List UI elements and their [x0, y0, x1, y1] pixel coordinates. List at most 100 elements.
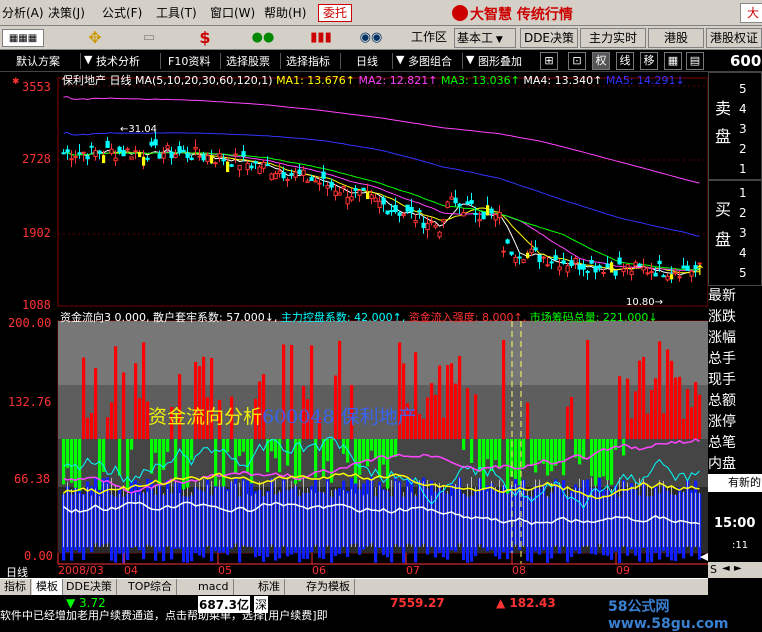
candle-body [305, 180, 310, 183]
tab-macd[interactable]: macd [194, 579, 234, 595]
outflow-bar [582, 439, 586, 460]
tab-top[interactable]: TOP综合 [124, 579, 178, 595]
separator [340, 53, 341, 69]
candle-body [129, 156, 134, 160]
s-button[interactable]: S [710, 563, 717, 576]
buy-level: 1 [739, 186, 747, 200]
tab-standard[interactable]: 标准 [254, 579, 285, 595]
grid-icon[interactable]: ▦ [664, 52, 682, 70]
tab-main-realtime[interactable]: 主力实时 [580, 28, 646, 48]
candle-body-highlight [366, 192, 370, 200]
menu-window[interactable]: 窗口(W) [210, 4, 255, 21]
line-button[interactable]: 线 [616, 52, 634, 70]
ma-line [63, 131, 700, 237]
candle-body [261, 161, 266, 169]
prev-arrow-icon[interactable]: ◄ [722, 563, 730, 574]
tab-dde[interactable]: DDE决策 [520, 28, 578, 48]
sell-level: 4 [739, 102, 747, 116]
inflow-bar [526, 402, 530, 439]
candle-body [433, 224, 438, 228]
chart-area[interactable]: ↑ ✱ 保利地产 日线 MA(5,10,20,30,60,120,1) MA1:… [0, 72, 709, 579]
candle-body [585, 270, 590, 273]
outflow-bar [154, 439, 158, 453]
sell-level: 2 [739, 142, 747, 156]
f10-button[interactable]: F10资料 [168, 53, 210, 69]
candle-body [269, 173, 274, 180]
money-icon[interactable]: $ [192, 29, 218, 47]
candle-body [425, 223, 430, 231]
new-notice-button[interactable]: 有新的 [708, 474, 762, 492]
glasses-icon[interactable]: ●● [250, 29, 276, 47]
site-watermark: 58公式网 www.58gu.com [608, 599, 729, 632]
multi-chart-button[interactable]: 多图组合 [408, 53, 452, 69]
select-indicator-button[interactable]: 选择指标 [286, 53, 330, 69]
candle-body [329, 181, 334, 188]
menu-analysis[interactable]: 分析(A) [2, 4, 44, 21]
outflow-bar [382, 439, 386, 465]
brand-right-button[interactable]: 大 [740, 3, 762, 23]
tab-template[interactable]: 模板 [32, 579, 63, 595]
tab-hk[interactable]: 港股 [648, 28, 704, 48]
menu-decision[interactable]: 决策(J) [48, 4, 85, 21]
candle-body [541, 256, 546, 259]
tab-basic[interactable]: 基本工 ▼ [454, 28, 516, 48]
tab-save-template[interactable]: 存为模板 [302, 579, 355, 595]
tab-indicator[interactable]: 指标 [0, 579, 31, 595]
tech-analysis-button[interactable]: 技术分析 [96, 53, 140, 69]
stock-chart[interactable]: ↑ ✱ [0, 72, 709, 578]
candle-body [533, 247, 538, 251]
menu-help[interactable]: 帮助(H) [264, 4, 306, 21]
index-change-1: ▼ 3.72 [66, 596, 106, 610]
candle-body [625, 264, 630, 269]
candle-body [401, 213, 406, 217]
zoom-icon[interactable]: ⊡ [568, 52, 586, 70]
candle-body [201, 154, 206, 161]
period-daily-button[interactable]: 日线 [356, 53, 378, 69]
menu-tools[interactable]: 工具(T) [156, 4, 197, 21]
settings-icon[interactable]: ✱ [12, 77, 20, 87]
candle-body [61, 152, 66, 155]
candle-body [645, 272, 650, 275]
outflow-bar [610, 439, 614, 485]
ma-line [63, 148, 700, 276]
default-scheme-button[interactable]: 默认方案 [16, 53, 60, 69]
outflow-bar [534, 439, 538, 473]
candle-body [641, 266, 646, 271]
retail-coef: 散户套牢系数: 57.000↓, [153, 311, 278, 324]
ruler-icon[interactable]: ▭ [136, 29, 162, 47]
candle-body [285, 178, 290, 181]
candle-body [229, 164, 234, 167]
bar-chart-icon[interactable]: ▮▮▮ [308, 29, 334, 47]
keyboard-icon[interactable]: ▦▦▦ [2, 29, 44, 47]
x-tick: 07 [406, 564, 420, 577]
inflow-bar [630, 418, 634, 439]
candle-body [105, 140, 110, 148]
candle-body [373, 197, 378, 202]
trade-button[interactable]: 委托 [318, 4, 352, 22]
notes-icon[interactable]: ▤ [686, 52, 704, 70]
move-icon[interactable]: ✥ [82, 29, 108, 47]
field-last-volume: 现手 [708, 372, 736, 388]
tab-workspace[interactable]: 工作区 [404, 28, 454, 48]
candle-body [333, 190, 338, 196]
outflow-bar [514, 439, 518, 480]
menu-formula[interactable]: 公式(F) [102, 4, 142, 21]
tab-dde-decision[interactable]: DDE决策 [62, 579, 117, 595]
crosshair-icon[interactable]: ⊞ [540, 52, 558, 70]
candle-body [429, 221, 434, 224]
price-y-tick: 1088 [22, 298, 51, 312]
candle-body [517, 256, 522, 259]
candle-body [65, 149, 70, 153]
tab-hk-warrant[interactable]: 港股权证 [706, 28, 762, 48]
restore-right-button[interactable]: 权 [592, 52, 610, 70]
move-button[interactable]: 移 [640, 52, 658, 70]
separator [392, 53, 393, 69]
overlay-button[interactable]: 图形叠加 [478, 53, 522, 69]
inflow-bar [114, 346, 118, 439]
next-arrow-icon[interactable]: ► [734, 563, 742, 574]
outflow-bar [378, 439, 382, 478]
candle-body [477, 218, 482, 222]
select-stock-button[interactable]: 选择股票 [226, 53, 270, 69]
binoculars-icon[interactable]: ◉◉ [358, 29, 384, 47]
outflow-bar [578, 439, 582, 465]
